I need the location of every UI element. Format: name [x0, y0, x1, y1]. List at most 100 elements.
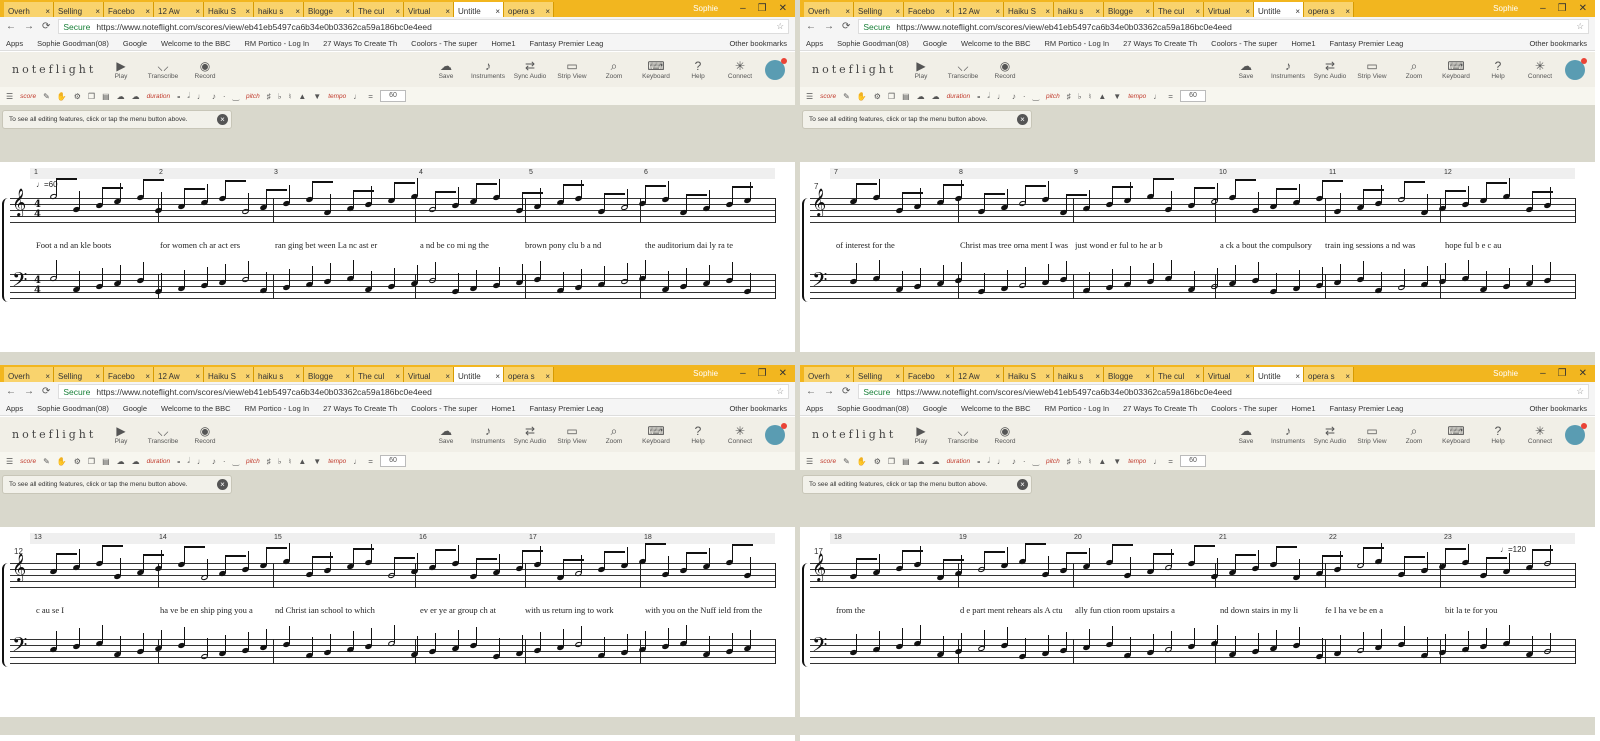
lyric-line[interactable]: nd Christ ian school to which: [275, 605, 413, 615]
tab-10[interactable]: Untitle ×: [454, 367, 504, 382]
tab-close-icon[interactable]: ×: [1195, 372, 1200, 381]
tab-6[interactable]: haiku s ×: [254, 2, 304, 17]
lyric-line[interactable]: Christ mas tree orna ment I was: [960, 240, 1070, 250]
tab-close-icon[interactable]: ×: [945, 372, 950, 381]
tab-close-icon[interactable]: ×: [845, 7, 850, 16]
tab-close-icon[interactable]: ×: [495, 372, 500, 381]
menu-icon[interactable]: ☰: [806, 457, 813, 466]
lyric-line[interactable]: d e part ment rehears als A ctu: [960, 605, 1070, 615]
tab-10[interactable]: Untitle ×: [1254, 2, 1304, 17]
tab-8[interactable]: The cul ×: [1154, 2, 1204, 17]
bookmark-item[interactable]: Sophie Goodman(08): [837, 404, 909, 413]
tab-close-icon[interactable]: ×: [295, 372, 300, 381]
lyric-line[interactable]: a nd be co mi ng the: [420, 240, 520, 250]
half-note-icon[interactable]: 𝅗𝅥: [987, 456, 990, 466]
back-icon[interactable]: ←: [806, 386, 816, 397]
whole-note-icon[interactable]: 𝅝: [177, 91, 180, 101]
tie-icon[interactable]: ‿: [233, 92, 239, 101]
select-icon[interactable]: ✋: [857, 92, 867, 101]
bookmark-item[interactable]: Coolors - The super: [1211, 39, 1277, 48]
select-icon[interactable]: ✋: [857, 457, 867, 466]
maximize-icon[interactable]: ❐: [1558, 368, 1567, 379]
tab-close-icon[interactable]: ×: [45, 7, 50, 16]
bookmark-item[interactable]: Fantasy Premier Leag: [530, 404, 604, 413]
toolbar-button-play[interactable]: ▶ Play: [100, 59, 142, 80]
tab-9[interactable]: Virtual ×: [404, 2, 454, 17]
half-note-icon[interactable]: 𝅗𝅥: [987, 91, 990, 101]
toolbar-button-keyboard[interactable]: ⌨ Keyboard: [1435, 59, 1477, 80]
bookmark-item[interactable]: 27 Ways To Create Th: [323, 39, 397, 48]
lyric-line[interactable]: the auditorium dai ly ra te: [645, 240, 765, 250]
down-arrow-icon[interactable]: ▼: [1113, 92, 1121, 101]
menu-icon[interactable]: ☰: [6, 457, 13, 466]
eighth-note-icon[interactable]: ♪: [1012, 457, 1016, 466]
tab-11[interactable]: opera s ×: [1304, 367, 1354, 382]
down-arrow-icon[interactable]: ▼: [313, 457, 321, 466]
up-arrow-icon[interactable]: ▲: [1098, 457, 1106, 466]
tab-7[interactable]: Blogge ×: [1104, 2, 1154, 17]
tab-3[interactable]: Facebo ×: [104, 367, 154, 382]
flat-icon[interactable]: ♭: [278, 457, 282, 466]
toolbar-button-connect[interactable]: ✳ Connect: [719, 424, 761, 445]
tab-5[interactable]: Haiku S ×: [204, 2, 254, 17]
settings-icon[interactable]: ⚙: [874, 457, 881, 466]
bookmark-item[interactable]: Home1: [1291, 404, 1315, 413]
lyric-line[interactable]: just wond er ful to he ar b: [1075, 240, 1213, 250]
quarter-note-icon[interactable]: ♩: [197, 457, 205, 466]
tab-close-icon[interactable]: ×: [1045, 7, 1050, 16]
toolbar-button-zoom[interactable]: ⌕ Zoom: [1393, 59, 1435, 80]
tab-close-icon[interactable]: ×: [1245, 372, 1250, 381]
toolbar-button-sync-audio[interactable]: ⇄ Sync Audio: [1309, 59, 1351, 80]
lyric-line[interactable]: ran ging bet ween La nc ast er: [275, 240, 413, 250]
tab-8[interactable]: The cul ×: [1154, 367, 1204, 382]
down-arrow-icon[interactable]: ▼: [1113, 457, 1121, 466]
other-bookmarks[interactable]: Other bookmarks: [1529, 404, 1595, 413]
bookmark-item[interactable]: Coolors - The super: [411, 39, 477, 48]
settings-icon[interactable]: ⚙: [74, 457, 81, 466]
bookmark-star-icon[interactable]: ☆: [1576, 386, 1588, 397]
tab-1[interactable]: Overh ×: [804, 367, 854, 382]
bookmark-item[interactable]: RM Portico - Log In: [1045, 39, 1110, 48]
tab-7[interactable]: Blogge ×: [1104, 367, 1154, 382]
lyric-line[interactable]: with us return ing to work: [525, 605, 643, 615]
toolbar-button-play[interactable]: ▶ Play: [900, 424, 942, 445]
sharp-icon[interactable]: ♯: [1067, 92, 1071, 101]
toolbar-button-transcribe[interactable]: ⸜⸝ Transcribe: [142, 424, 184, 445]
banner-close-icon[interactable]: ×: [1017, 114, 1028, 125]
bookmark-item[interactable]: Apps: [6, 39, 23, 48]
tempo-input[interactable]: 60: [379, 90, 406, 102]
tab-close-icon[interactable]: ×: [295, 7, 300, 16]
bookmark-star-icon[interactable]: ☆: [1576, 21, 1588, 32]
bookmark-item[interactable]: Sophie Goodman(08): [37, 39, 109, 48]
toolbar-button-zoom[interactable]: ⌕ Zoom: [593, 59, 635, 80]
flat-icon[interactable]: ♭: [278, 92, 282, 101]
eighth-note-icon[interactable]: ♪: [1012, 92, 1016, 101]
tab-close-icon[interactable]: ×: [1195, 7, 1200, 16]
close-icon[interactable]: ✕: [779, 368, 787, 379]
natural-icon[interactable]: ♮: [289, 92, 292, 101]
forward-icon[interactable]: →: [24, 21, 34, 32]
quarter-note-icon[interactable]: ♩: [997, 92, 1005, 101]
bookmark-item[interactable]: Fantasy Premier Leag: [1330, 39, 1404, 48]
bookmark-item[interactable]: Fantasy Premier Leag: [1330, 404, 1404, 413]
menu-icon[interactable]: ☰: [806, 92, 813, 101]
pencil-icon[interactable]: ✎: [843, 92, 850, 101]
score-canvas[interactable]: 18 19 20 21 22 23 17 ♩=120 𝄞 𝄢 from the d e pa…: [800, 527, 1595, 717]
cloud-down-icon[interactable]: ☁: [917, 92, 925, 101]
tab-2[interactable]: Selling ×: [54, 367, 104, 382]
toolbar-button-save[interactable]: ☁ Save: [425, 59, 467, 80]
toolbar-button-sync-audio[interactable]: ⇄ Sync Audio: [1309, 424, 1351, 445]
lyric-line[interactable]: fe I ha ve be en a: [1325, 605, 1443, 615]
tab-9[interactable]: Virtual ×: [1204, 367, 1254, 382]
toolbar-button-help[interactable]: ? Help: [677, 59, 719, 80]
cloud-up-icon[interactable]: ☁: [132, 92, 140, 101]
flat-icon[interactable]: ♭: [1078, 92, 1082, 101]
flat-icon[interactable]: ♭: [1078, 457, 1082, 466]
sharp-icon[interactable]: ♯: [267, 92, 271, 101]
toolbar-button-zoom[interactable]: ⌕ Zoom: [593, 424, 635, 445]
toolbar-button-sync-audio[interactable]: ⇄ Sync Audio: [509, 59, 551, 80]
reload-icon[interactable]: ⟳: [842, 21, 850, 32]
eighth-note-icon[interactable]: ♪: [212, 457, 216, 466]
tab-close-icon[interactable]: ×: [545, 372, 550, 381]
tab-close-icon[interactable]: ×: [945, 7, 950, 16]
